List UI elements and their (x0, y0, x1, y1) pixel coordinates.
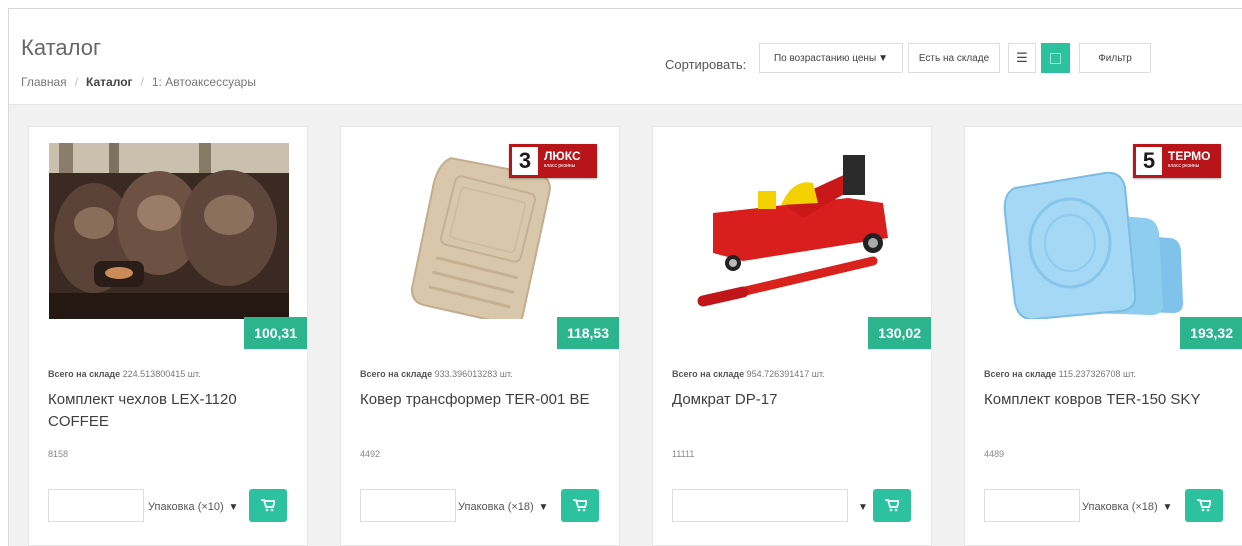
price-badge: 100,31 (244, 317, 307, 349)
package-select[interactable]: Упаковка (×10) ▼ (148, 501, 238, 513)
stock-info: Всего на складе 115.237326708 шт. (984, 369, 1136, 379)
page-header: Каталог Главная / Каталог / 1: Автоаксессуар… (9, 9, 1242, 105)
sort-label: Сортировать: (665, 57, 747, 72)
product-sku: 4489 (984, 449, 1005, 459)
chevron-down-icon: ▼ (225, 502, 239, 513)
stock-label: Всего на складе (984, 369, 1057, 379)
filter-button[interactable]: Фильтр (1079, 43, 1151, 73)
sort-value: По возрастанию цены (773, 52, 877, 64)
stock-info: Всего на складе 224.513800415 шт. (48, 369, 201, 379)
product-sku: 4492 (360, 449, 381, 459)
stock-label: Всего на складе (672, 369, 745, 379)
stock-value: 933.396013283 шт. (434, 369, 513, 379)
in-stock-button[interactable]: Есть на складе (908, 43, 1000, 73)
package-value: Упаковка (×18) (458, 501, 534, 513)
cart-icon (1197, 499, 1211, 512)
product-image-seat-covers[interactable] (49, 143, 289, 319)
package-select[interactable]: Упаковка (×18) ▼ (1082, 501, 1172, 513)
badge-number: 3 (512, 147, 538, 175)
cart-icon (885, 499, 899, 512)
grid-icon (1050, 52, 1061, 64)
product-card: 5 ТЕРМО класс резины 193,32 Всего на скла… (964, 126, 1242, 546)
quantity-input[interactable] (672, 489, 848, 522)
product-card: 100,31 Всего на складе 224.513800415 шт.… (28, 126, 308, 546)
package-value: Упаковка (×18) (1082, 501, 1158, 513)
page-title: Каталог (21, 35, 101, 60)
quantity-input[interactable] (48, 489, 144, 522)
badge-number: 5 (1136, 147, 1162, 175)
product-name[interactable]: Ковер трансформер TER-001 BE (360, 389, 600, 411)
list-icon: ☰ (1016, 50, 1028, 65)
stock-info: Всего на складе 954.726391417 шт. (672, 369, 825, 379)
price-badge: 118,53 (556, 317, 619, 349)
stock-value: 224.513800415 шт. (122, 369, 201, 379)
stock-label: Всего на складе (48, 369, 121, 379)
chevron-down-icon: ▼ (1159, 502, 1173, 513)
package-select[interactable]: Упаковка (×18) ▼ (458, 501, 548, 513)
grid-view-button[interactable] (1041, 43, 1070, 73)
class-badge: 5 ТЕРМО класс резины (1133, 144, 1221, 178)
cart-icon (261, 499, 275, 512)
product-image-jack[interactable] (673, 143, 913, 319)
stock-info: Всего на складе 933.396013283 шт. (360, 369, 513, 379)
stock-label: Всего на складе (360, 369, 433, 379)
add-to-cart-button[interactable] (1185, 489, 1223, 522)
add-to-cart-button[interactable] (561, 489, 599, 522)
badge-subtext: класс резины (544, 163, 576, 169)
add-to-cart-button[interactable] (249, 489, 287, 522)
breadcrumb-catalog[interactable]: Каталог (86, 75, 133, 89)
chevron-down-icon: ▼ (858, 502, 868, 513)
chevron-down-icon: ▼ (535, 502, 549, 513)
breadcrumb-home[interactable]: Главная (21, 75, 67, 89)
list-view-button[interactable]: ☰ (1008, 43, 1036, 73)
price-badge: 193,32 (1180, 317, 1242, 349)
breadcrumb: Главная / Каталог / 1: Автоаксессуары (21, 75, 256, 89)
quantity-input[interactable] (984, 489, 1080, 522)
product-name[interactable]: Комплект ковров TER-150 SKY (984, 389, 1224, 411)
class-badge: 3 ЛЮКС класс резины (509, 144, 597, 178)
package-value: Упаковка (×10) (148, 501, 224, 513)
price-badge: 130,02 (868, 317, 931, 349)
package-select[interactable]: ▼ (856, 501, 868, 513)
badge-text: ЛЮКС (544, 149, 581, 163)
quantity-input[interactable] (360, 489, 456, 522)
breadcrumb-separator: / (140, 75, 144, 89)
breadcrumb-separator: / (74, 75, 79, 89)
product-name[interactable]: Комплект чехлов LEX-1120 COFFEE (48, 389, 288, 433)
breadcrumb-current: 1: Автоаксессуары (151, 75, 256, 89)
product-card: 130,02 Всего на складе 954.726391417 шт.… (652, 126, 932, 546)
add-to-cart-button[interactable] (873, 489, 911, 522)
badge-text: ТЕРМО (1168, 149, 1211, 163)
product-name[interactable]: Домкрат DP-17 (672, 389, 912, 411)
product-sku: 11111 (672, 449, 695, 459)
cart-icon (573, 499, 587, 512)
chevron-down-icon: ▼ (878, 52, 889, 64)
sort-dropdown[interactable]: По возрастанию цены ▼ (759, 43, 903, 73)
product-sku: 8158 (48, 449, 69, 459)
stock-value: 954.726391417 шт. (746, 369, 825, 379)
catalog-page: Каталог Главная / Каталог / 1: Автоаксессуар… (8, 8, 1242, 546)
product-card: 3 ЛЮКС класс резины 118,53 Всего на склад… (340, 126, 620, 546)
stock-value: 115.237326708 шт. (1058, 369, 1136, 379)
